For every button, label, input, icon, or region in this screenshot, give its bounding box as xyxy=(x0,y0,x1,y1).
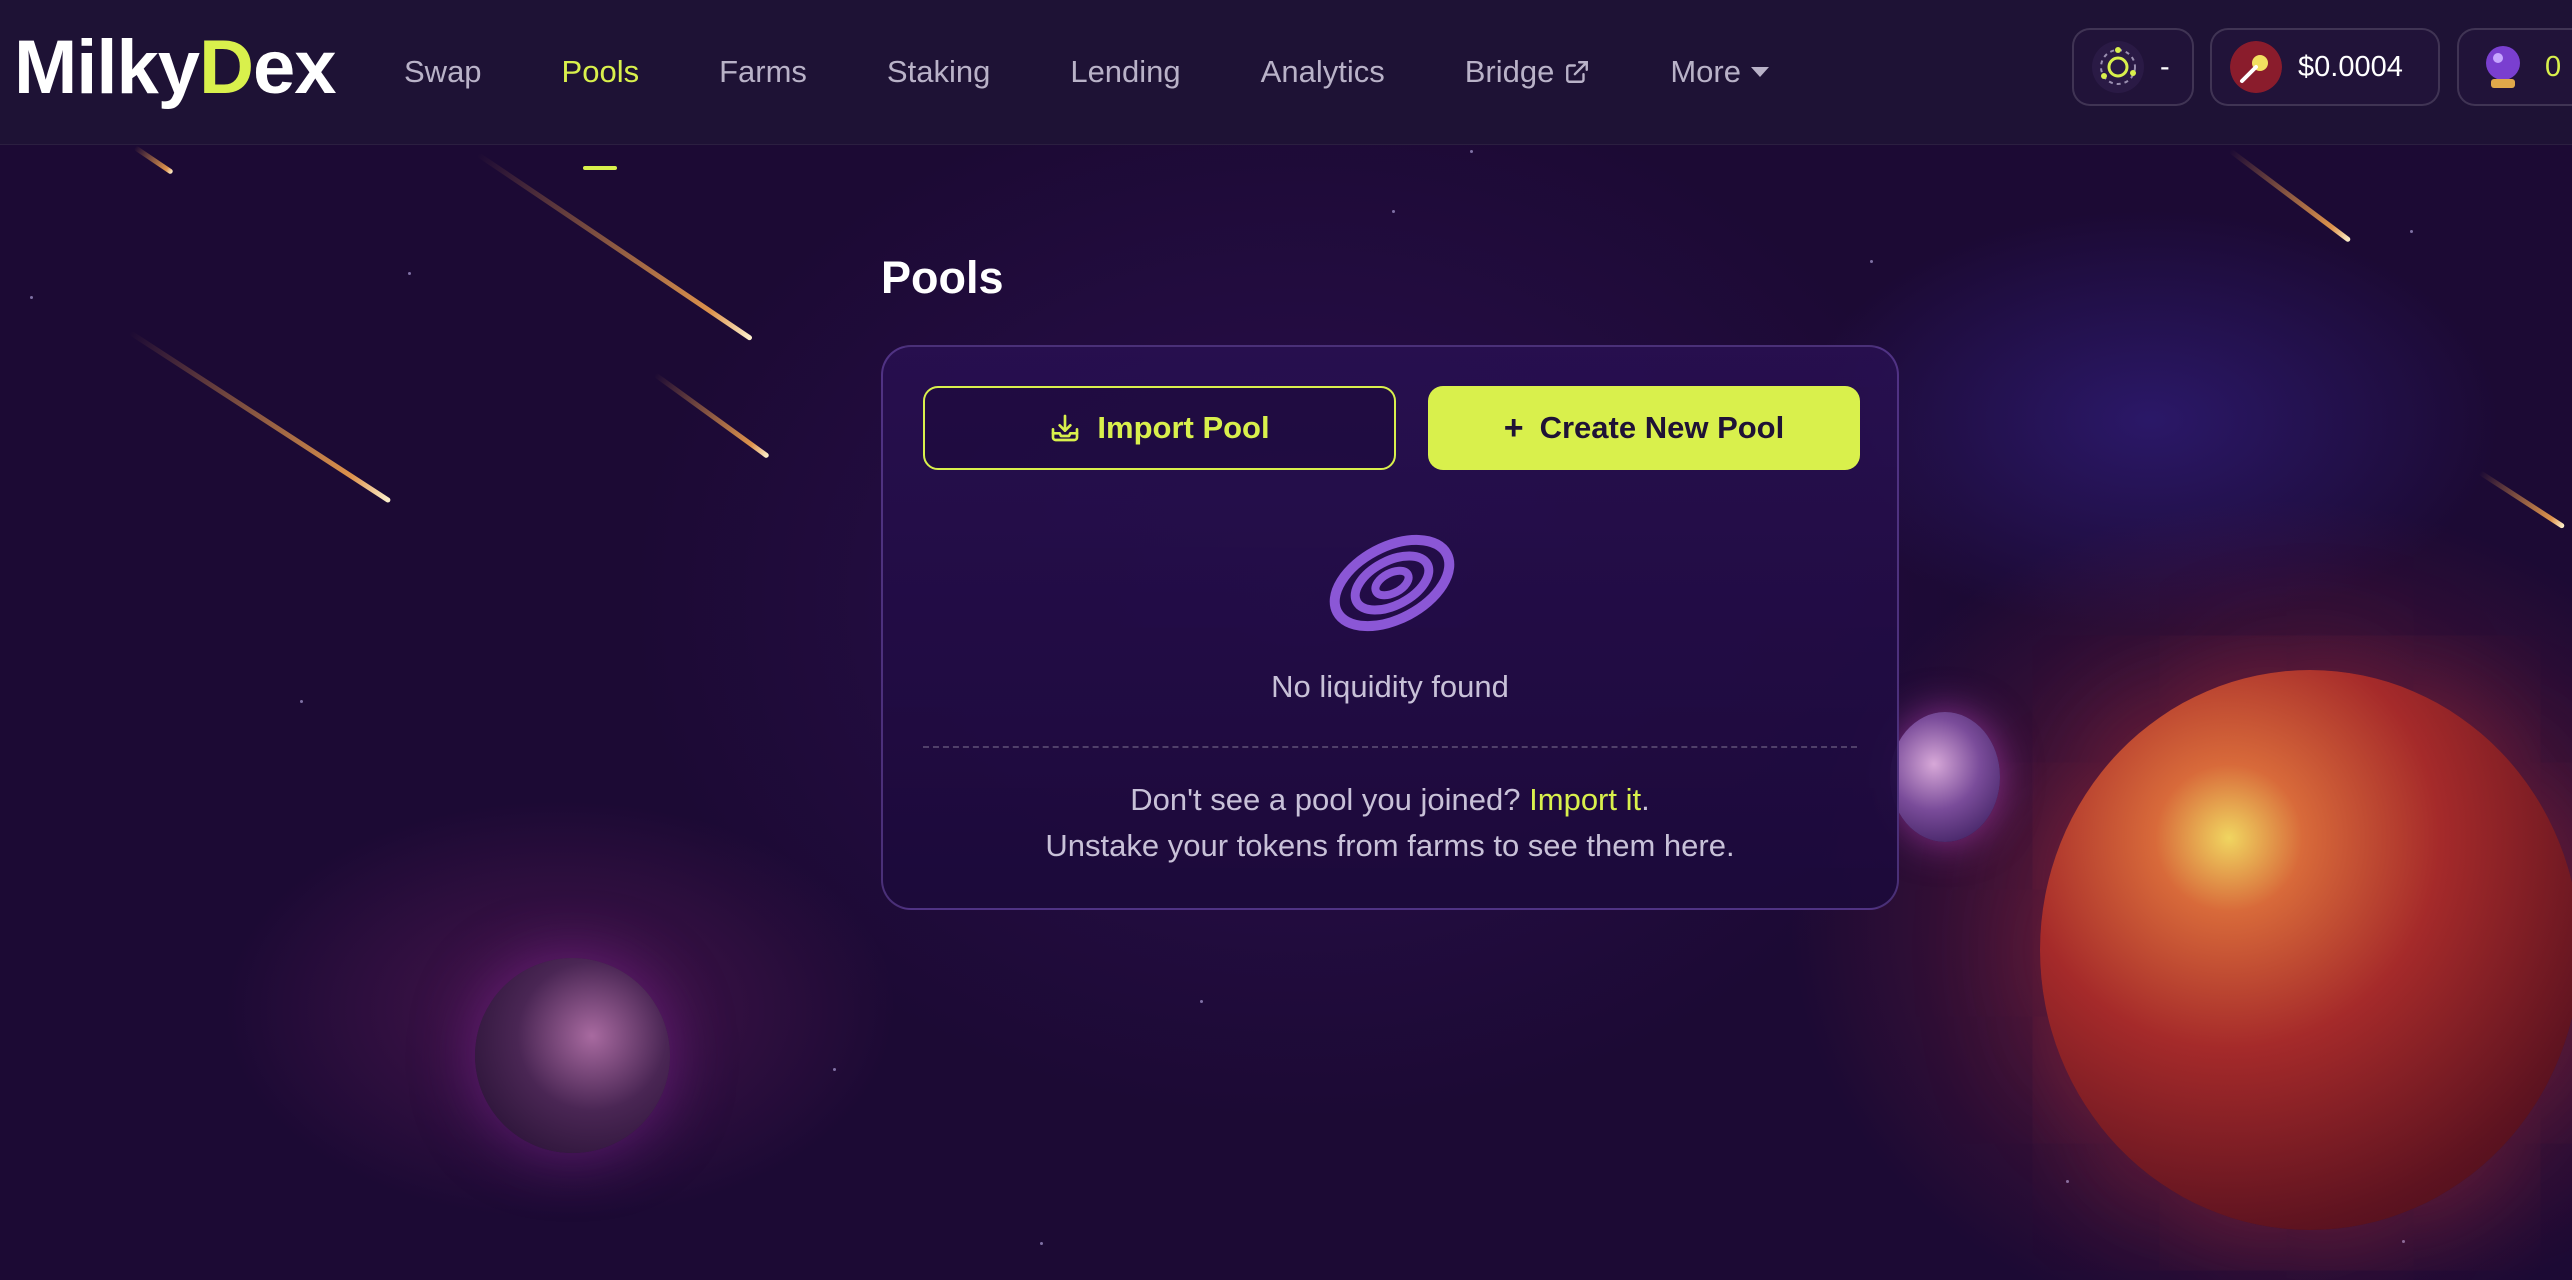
balance-value: 0 xyxy=(2545,50,2562,83)
import-hint: Don't see a pool you joined? Import it. … xyxy=(883,777,1897,869)
nav-swap[interactable]: Swap xyxy=(404,54,482,90)
hint-prefix: Don't see a pool you joined? xyxy=(1130,782,1521,817)
hint-line-2: Unstake your tokens from farms to see th… xyxy=(1045,828,1735,863)
token-logo-icon xyxy=(2230,41,2282,93)
nav-swap-label: Swap xyxy=(404,54,482,89)
nav-bridge[interactable]: Bridge xyxy=(1465,54,1591,90)
nav-more[interactable]: More xyxy=(1670,54,1769,90)
external-link-icon xyxy=(1566,61,1589,83)
dashed-divider xyxy=(923,746,1857,748)
token-price-pill[interactable]: $0.0004 xyxy=(2210,28,2440,106)
nav-lending-label: Lending xyxy=(1070,54,1181,89)
network-selector[interactable]: - xyxy=(2072,28,2194,106)
logo-mark: D xyxy=(199,24,254,110)
nav-analytics-label: Analytics xyxy=(1260,54,1385,89)
create-new-pool-label: Create New Pool xyxy=(1539,410,1785,445)
network-value: - xyxy=(2160,50,2170,83)
empty-state-text: No liquidity found xyxy=(1271,669,1509,704)
nav-analytics[interactable]: Analytics xyxy=(1261,54,1385,90)
galaxy-icon xyxy=(1329,534,1455,632)
import-it-link[interactable]: Import it xyxy=(1529,782,1641,817)
page-title: Pools xyxy=(881,252,1004,303)
logo-text-right: ex xyxy=(252,24,337,110)
crystal-ball-icon xyxy=(2486,46,2520,88)
top-navbar: Milky Dex Swap Pools Farms Staking Lendin… xyxy=(0,0,2572,170)
hint-suffix: . xyxy=(1641,782,1650,817)
balance-pill[interactable]: 0 xyxy=(2457,28,2572,106)
import-pool-label: Import Pool xyxy=(1097,410,1270,445)
nav-bridge-label: Bridge xyxy=(1464,54,1555,89)
plus-icon: + xyxy=(1503,409,1524,447)
nav-lending[interactable]: Lending xyxy=(1070,54,1180,90)
pools-card: Import Pool + Create New Pool No liquidi… xyxy=(881,345,1899,910)
hint-line-1: Don't see a pool you joined? Import it. xyxy=(883,777,1897,823)
nav-pools[interactable]: Pools xyxy=(561,54,640,170)
create-new-pool-button[interactable]: + Create New Pool xyxy=(1428,386,1860,470)
main-nav: Swap Pools Farms Staking Lending Analyti… xyxy=(404,0,1849,170)
nav-pools-label: Pools xyxy=(561,54,640,89)
nav-staking-label: Staking xyxy=(886,54,991,89)
nav-farms[interactable]: Farms xyxy=(719,54,807,90)
nav-more-label: More xyxy=(1670,54,1741,89)
import-pool-button[interactable]: Import Pool xyxy=(923,386,1396,470)
token-price: $0.0004 xyxy=(2298,50,2403,83)
nav-farms-label: Farms xyxy=(719,54,807,89)
nav-staking[interactable]: Staking xyxy=(887,54,990,90)
milkydex-logo[interactable]: Milky Dex xyxy=(14,24,337,110)
logo-text-left: Milky xyxy=(14,24,200,110)
chevron-down-icon xyxy=(1750,67,1769,77)
import-icon xyxy=(1052,414,1079,442)
network-icon xyxy=(2092,41,2144,93)
